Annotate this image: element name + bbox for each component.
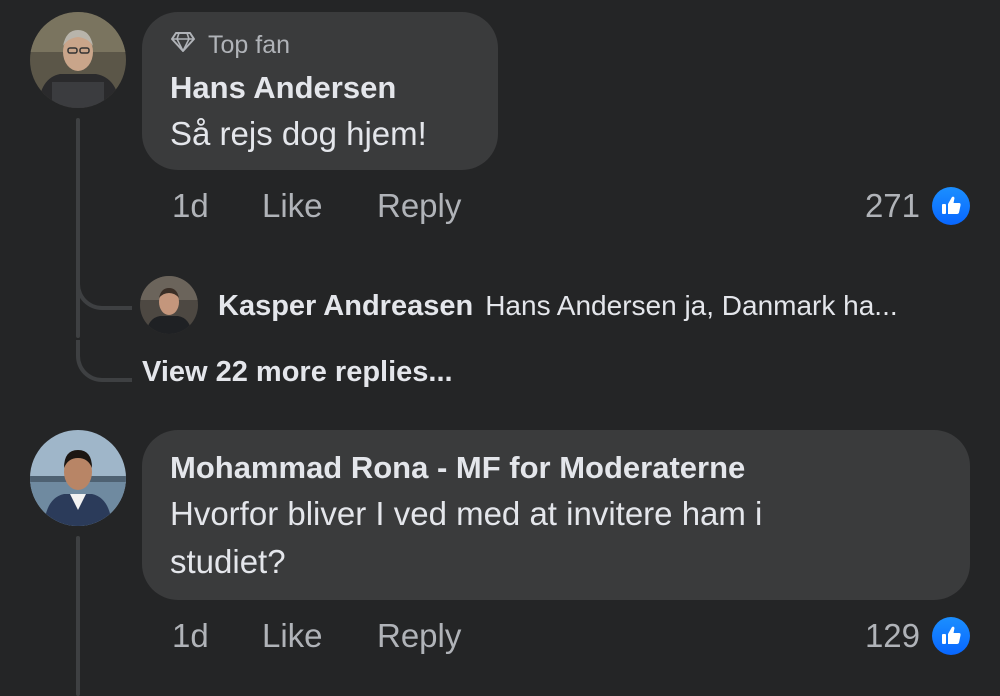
- comment-text-line-1: Hvorfor bliver I ved med at invitere ham…: [170, 495, 763, 532]
- comment-bubble[interactable]: Top fan Hans Andersen Så rejs dog hjem!: [142, 12, 498, 170]
- avatar[interactable]: [30, 430, 126, 526]
- comment-author[interactable]: Hans Andersen: [170, 68, 470, 108]
- comment-actions: 1d Like Reply: [172, 186, 461, 226]
- reaction-count: 271: [864, 187, 920, 224]
- avatar[interactable]: [30, 12, 126, 108]
- diamond-icon: [170, 30, 196, 60]
- comments-thread: Top fan Hans Andersen Så rejs dog hjem! …: [0, 0, 1000, 696]
- top-fan-badge[interactable]: Top fan: [170, 30, 470, 60]
- view-more-replies-link[interactable]: View 22 more replies...: [142, 356, 453, 389]
- thread-line-2: [76, 536, 80, 696]
- comment-bubble[interactable]: Mohammad Rona - MF for Moderaterne Hvorf…: [142, 430, 970, 600]
- like-thumb-icon: [932, 617, 970, 655]
- comment-author[interactable]: Mohammad Rona - MF for Moderaterne: [170, 448, 942, 488]
- reaction-summary[interactable]: 271: [865, 186, 970, 226]
- like-button[interactable]: Like: [262, 187, 377, 225]
- comment-text-line-2: studiet?: [170, 543, 286, 580]
- comment-text: Så rejs dog hjem!: [170, 115, 427, 152]
- badge-label: Top fan: [208, 31, 291, 59]
- reply-button[interactable]: Reply: [377, 617, 461, 655]
- comment-timestamp[interactable]: 1d: [172, 617, 262, 655]
- reaction-count: 129: [864, 617, 920, 654]
- like-thumb-icon: [932, 187, 970, 225]
- reply-author[interactable]: Kasper Andreasen: [218, 290, 473, 323]
- reply-avatar[interactable]: [140, 276, 198, 334]
- like-button[interactable]: Like: [262, 617, 377, 655]
- thread-branch-reply: [76, 270, 132, 310]
- thread-branch-view-more: [76, 340, 132, 382]
- thread-line-1: [76, 118, 80, 338]
- reply-text: Hans Andersen ja, Danmark ha...: [485, 290, 898, 321]
- reply-button[interactable]: Reply: [377, 187, 461, 225]
- comment-actions: 1d Like Reply: [172, 616, 461, 656]
- reply-preview[interactable]: Kasper Andreasen Hans Andersen ja, Danma…: [218, 286, 898, 326]
- comment-timestamp[interactable]: 1d: [172, 187, 262, 225]
- reaction-summary[interactable]: 129: [865, 616, 970, 656]
